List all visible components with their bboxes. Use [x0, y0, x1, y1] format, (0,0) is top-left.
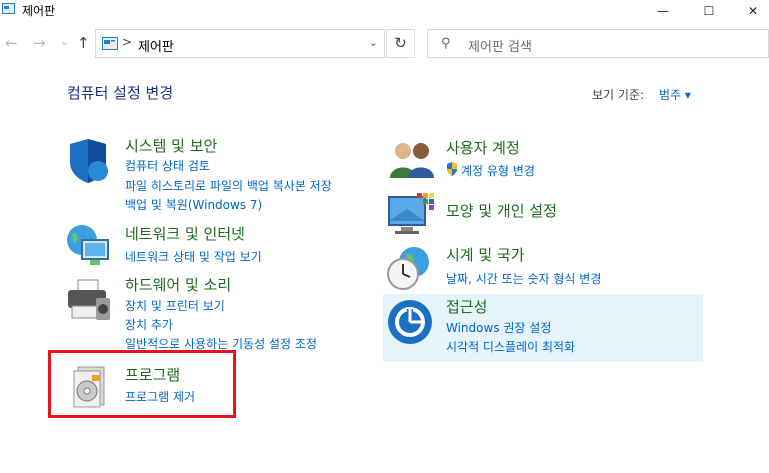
category-title-hardware-sound[interactable]: 하드웨어 및 소리	[125, 274, 231, 295]
ease-of-access-icon	[388, 300, 432, 344]
link-review-status[interactable]: 컴퓨터 상태 검토	[125, 157, 210, 174]
up-button[interactable]: ↑	[77, 34, 90, 52]
network-globe-icon	[67, 225, 109, 265]
maximize-icon: ☐	[703, 4, 715, 18]
category-title-system-security[interactable]: 시스템 및 보안	[125, 135, 217, 156]
control-panel-icon	[102, 37, 118, 50]
close-button[interactable]: ✕	[730, 0, 769, 22]
control-panel-icon	[2, 3, 15, 14]
uac-shield-icon	[447, 162, 457, 176]
printer-icon	[68, 279, 110, 320]
link-change-account-type[interactable]: 계정 유형 변경	[461, 162, 535, 179]
address-bar[interactable]: > 제어판 ⌄	[95, 29, 385, 58]
link-add-device[interactable]: 장치 추가	[125, 316, 173, 333]
link-file-history[interactable]: 파일 히스토리로 파일의 백업 복사본 저장	[125, 177, 332, 194]
category-title-appearance[interactable]: 모양 및 개인 설정	[446, 200, 557, 221]
annotation-highlight-box	[48, 350, 236, 418]
close-icon: ✕	[747, 4, 759, 18]
maximize-button[interactable]: ☐	[686, 0, 732, 22]
window-title: 제어판	[22, 4, 56, 18]
view-by-label: 보기 기준:	[592, 88, 645, 102]
forward-button[interactable]: →	[33, 34, 46, 52]
appearance-icon	[388, 193, 434, 234]
minimize-button[interactable]: —	[640, 0, 686, 22]
search-input[interactable]: 제어판 검색	[468, 36, 532, 55]
link-devices-printers[interactable]: 장치 및 프린터 보기	[125, 297, 225, 314]
link-recommended-settings[interactable]: Windows 권장 설정	[446, 319, 551, 336]
title-bar: 제어판 — ☐ ✕	[0, 0, 769, 22]
link-backup-restore[interactable]: 백업 및 복원(Windows 7)	[125, 196, 262, 213]
category-title-clock-region[interactable]: 시계 및 국가	[446, 244, 525, 265]
address-path[interactable]: 제어판	[138, 36, 174, 55]
recent-locations-button[interactable]: ⌄	[60, 35, 69, 48]
back-button[interactable]: ←	[5, 34, 18, 52]
search-icon: ⚲	[441, 36, 451, 51]
page-title: 컴퓨터 설정 변경	[67, 84, 174, 102]
search-box[interactable]: ⚲ 제어판 검색	[427, 29, 769, 58]
minimize-icon: —	[657, 4, 669, 18]
view-by-dropdown[interactable]: 범주 ▾	[659, 86, 691, 103]
link-network-status[interactable]: 네트워크 상태 및 작업 보기	[125, 248, 262, 265]
clock-globe-icon	[387, 247, 429, 290]
chevron-down-icon[interactable]: ⌄	[369, 36, 378, 49]
navigation-bar: ← → ⌄ ↑ > 제어판 ⌄ ↻ ⚲ 제어판 검색	[0, 26, 769, 62]
chevron-right-icon: >	[122, 35, 133, 49]
link-date-time-format[interactable]: 날짜, 시간 또는 숫자 형식 변경	[446, 270, 601, 287]
category-title-ease-of-access[interactable]: 접근성	[446, 296, 487, 317]
category-title-network-internet[interactable]: 네트워크 및 인터넷	[125, 223, 245, 244]
refresh-button[interactable]: ↻	[386, 29, 415, 58]
link-optimize-display[interactable]: 시각적 디스플레이 최적화	[446, 338, 575, 355]
shield-icon	[70, 139, 108, 183]
user-accounts-icon	[390, 143, 434, 178]
category-title-user-accounts[interactable]: 사용자 계정	[446, 137, 520, 158]
